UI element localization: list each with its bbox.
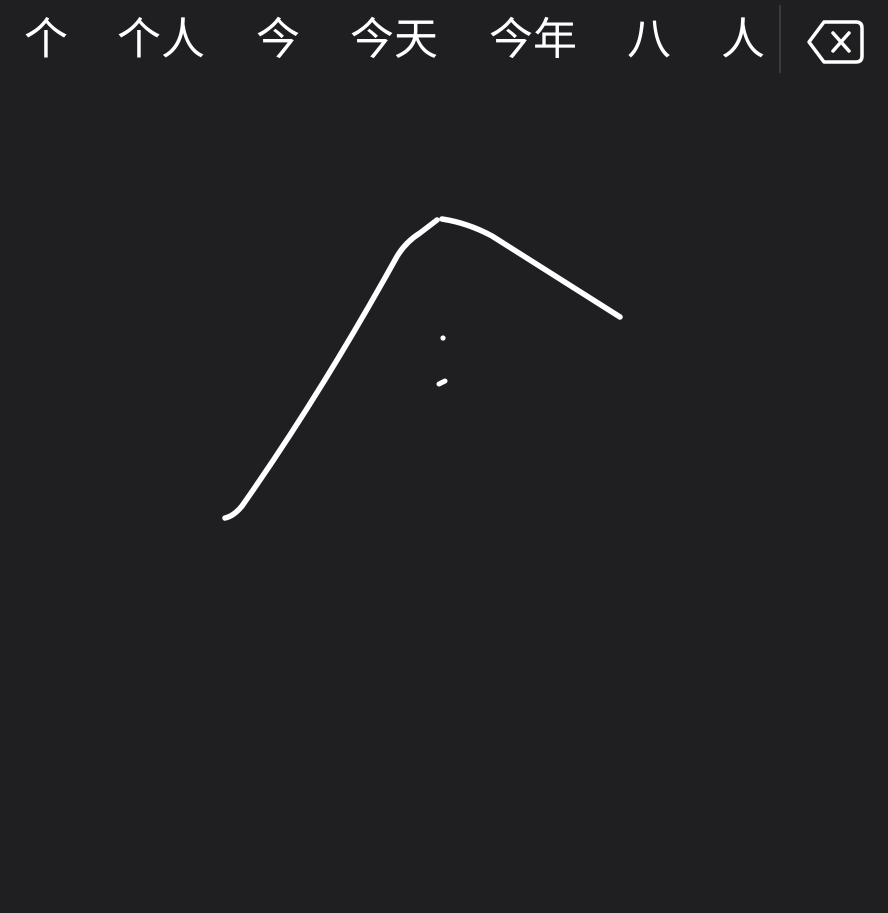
candidate-4[interactable]: 今年 xyxy=(489,8,577,72)
handwriting-keyboard: 个 个人 今 今天 今年 八 人 xyxy=(0,0,888,913)
handwriting-strokes xyxy=(222,216,623,521)
candidate-6[interactable]: 人 xyxy=(721,8,765,72)
candidate-3[interactable]: 今天 xyxy=(350,8,438,72)
stroke-dot xyxy=(440,335,446,341)
handwriting-canvas[interactable] xyxy=(0,84,888,913)
stroke-left-diagonal xyxy=(222,217,440,521)
delete-button[interactable] xyxy=(806,18,866,66)
candidate-1[interactable]: 个人 xyxy=(117,8,205,72)
candidate-divider xyxy=(779,5,781,73)
candidate-bar: 个 个人 今 今天 今年 八 人 xyxy=(0,0,888,84)
candidate-0[interactable]: 个 xyxy=(24,8,68,72)
candidate-2[interactable]: 今 xyxy=(256,8,300,72)
stroke-short-tick xyxy=(436,378,448,387)
stroke-right-diagonal xyxy=(439,216,623,320)
delete-backward-icon xyxy=(807,20,864,64)
candidate-5[interactable]: 八 xyxy=(627,8,671,72)
